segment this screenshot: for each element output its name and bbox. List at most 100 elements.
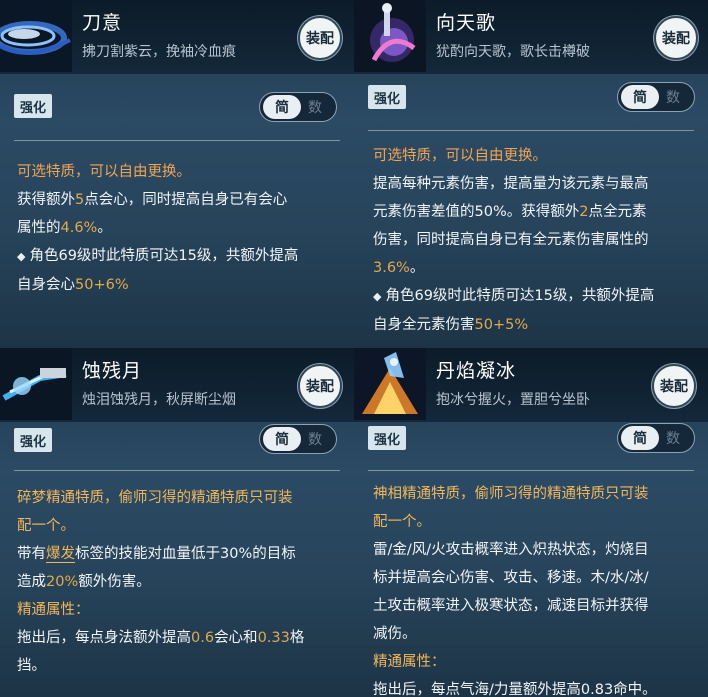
desc-text: 带有 — [17, 546, 46, 562]
desc-text: 额外伤害。 — [78, 574, 151, 590]
value: 3.6% — [373, 260, 410, 276]
divider — [368, 470, 694, 471]
desc-line: 带有爆发标签的技能对血量低于30%的目标 — [17, 540, 340, 568]
diamond-bullet-icon: ◆ — [373, 290, 382, 303]
trait-type-line: 配一个。 — [373, 514, 431, 530]
trait-name: 刀意 — [82, 12, 123, 34]
trait-header: 刀意 拂刀割紫云，挽袖冷血痕 装配 — [0, 0, 354, 74]
trait-name: 丹焰凝冰 — [436, 360, 517, 382]
desc-line: 拖出后，每点身法额外提高0.6会心和0.33格 — [17, 624, 340, 652]
trait-type-line: 可选特质，可以自由更换。 — [373, 148, 547, 164]
value: 50+6% — [75, 277, 129, 293]
equip-button[interactable]: 装配 — [652, 364, 696, 408]
desc-text: 标签的技能对血量低于30%的目标 — [75, 546, 296, 562]
desc-line: 属性的4.6%。 — [17, 214, 340, 242]
trait-description: 碎梦精通特质，偷师习得的精通特质只可装 配一个。 带有爆发标签的技能对血量低于3… — [17, 484, 340, 680]
value: 5 — [75, 192, 85, 208]
desc-text: 点全元素 — [588, 204, 647, 220]
value: 4.6% — [60, 220, 98, 236]
value: 20% — [46, 574, 79, 590]
desc-line: 提高每种元素伤害，提高量为该元素与最高 — [373, 176, 649, 192]
crescent-strike-icon — [0, 348, 72, 420]
divider — [14, 140, 340, 141]
trait-description: 可选特质，可以自由更换。 获得额外5点会心，同时提高自身已有会心 属性的4.6%… — [17, 158, 340, 299]
simple-number-toggle[interactable]: 简 数 — [617, 82, 695, 112]
desc-line: 元素伤害差值的50%。获得额外2点全元素 — [373, 198, 694, 226]
equip-button[interactable]: 装配 — [298, 364, 342, 408]
trait-subtitle: 拂刀割紫云，挽袖冷血痕 — [82, 44, 236, 60]
trait-header: 丹焰凝冰 抱冰兮握火，置胆兮坐卧 装配 — [354, 348, 708, 422]
fire-ice-icon — [354, 348, 426, 420]
trait-name: 向天歌 — [436, 12, 497, 34]
equip-button[interactable]: 装配 — [654, 16, 698, 60]
desc-line: 3.6%。 — [373, 254, 694, 282]
diamond-bullet-icon: ◆ — [17, 250, 26, 263]
simple-number-toggle[interactable]: 简 数 — [259, 424, 337, 454]
desc-text: 格 — [289, 630, 305, 646]
toggle-simple[interactable]: 简 — [263, 95, 301, 119]
value: 50+5% — [474, 317, 529, 333]
toggle-number[interactable]: 数 — [298, 427, 332, 451]
desc-text: 属性的 — [17, 220, 61, 236]
desc-line: 获得额外5点会心，同时提高自身已有会心 — [17, 186, 340, 214]
bullet-line: ◆ 角色69级时此特质可达15级，共额外提高 — [373, 282, 694, 311]
desc-line: 自身全元素伤害50+5% — [373, 311, 694, 339]
toggle-simple[interactable]: 简 — [621, 426, 659, 450]
desc-text: 获得额外 — [17, 192, 75, 208]
desc-text: 角色69级时此特质可达15级，共额外提高 — [385, 288, 655, 304]
desc-text: 。 — [409, 260, 425, 276]
desc-line: 造成20%额外伤害。 — [17, 568, 340, 596]
trait-card-shicanyue: 蚀残月 烛泪蚀残月，秋屏断尘烟 装配 强化 简 数 碎梦精通特质，偷师习得的精通… — [0, 348, 354, 697]
desc-line: 挡。 — [17, 658, 46, 674]
value: 0.6 — [191, 630, 215, 646]
mastery-attr-heading: 精通属性： — [373, 654, 446, 670]
trait-card-danyanningbing: 丹焰凝冰 抱冰兮握火，置胆兮坐卧 装配 强化 简 数 神相精通特质，偷师习得的精… — [354, 348, 708, 697]
enhance-tab[interactable]: 强化 — [14, 94, 52, 118]
desc-text: 自身会心 — [17, 277, 75, 293]
trait-header: 蚀残月 烛泪蚀残月，秋屏断尘烟 装配 — [0, 348, 354, 422]
trait-name: 蚀残月 — [82, 360, 143, 382]
blade-swirl-icon — [0, 0, 72, 72]
trait-type-line: 碎梦精通特质，偷师习得的精通特质只可装 — [17, 490, 293, 506]
simple-number-toggle[interactable]: 简 数 — [617, 423, 695, 453]
divider — [14, 470, 340, 471]
enhance-tab[interactable]: 强化 — [14, 428, 52, 452]
toggle-simple[interactable]: 简 — [263, 427, 301, 451]
trait-header: 向天歌 犹酌向天歌，歌长击樽破 装配 — [354, 0, 708, 74]
toggle-number[interactable]: 数 — [298, 95, 332, 119]
desc-text: 点会心，同时提高自身已有会心 — [84, 192, 288, 208]
trait-type-line: 配一个。 — [17, 518, 75, 534]
toggle-number[interactable]: 数 — [656, 85, 690, 109]
trait-subtitle: 犹酌向天歌，歌长击樽破 — [436, 44, 590, 60]
desc-line: 土攻击概率进入极寒状态，减速目标并获得 — [373, 598, 649, 614]
desc-line: 拖出后，每点气海/力量额外提高0.83命中。 — [373, 682, 657, 697]
enhance-tab[interactable]: 强化 — [368, 85, 406, 109]
desc-line: 自身会心50+6% — [17, 271, 340, 299]
desc-text: 拖出后，每点身法额外提高 — [17, 630, 191, 646]
keyword-link[interactable]: 爆发 — [46, 546, 75, 563]
trait-type-line: 神相精通特质，偷师习得的精通特质只可装 — [373, 486, 649, 502]
toggle-simple[interactable]: 简 — [621, 85, 659, 109]
enhance-tab[interactable]: 强化 — [368, 426, 406, 450]
mastery-attr-heading: 精通属性： — [17, 602, 90, 618]
trait-subtitle: 烛泪蚀残月，秋屏断尘烟 — [82, 392, 236, 408]
trait-card-daoyi: 刀意 拂刀割紫云，挽袖冷血痕 装配 强化 简 数 可选特质，可以自由更换。 获得… — [0, 0, 354, 348]
desc-text: 会心和 — [214, 630, 258, 646]
trait-description: 可选特质，可以自由更换。 提高每种元素伤害，提高量为该元素与最高 元素伤害差值的… — [373, 142, 694, 339]
divider — [368, 130, 694, 131]
singer-orb-icon — [354, 0, 426, 72]
desc-line: 减伤。 — [373, 626, 417, 642]
trait-card-xiangtiange: 向天歌 犹酌向天歌，歌长击樽破 装配 强化 简 数 可选特质，可以自由更换。 提… — [354, 0, 708, 348]
value: 0.33 — [257, 630, 290, 646]
desc-line: 标并提高会心伤害、攻击、移速。木/水/冰/ — [373, 570, 649, 586]
desc-line: 雷/金/风/火攻击概率进入炽热状态，灼烧目 — [373, 542, 649, 558]
toggle-number[interactable]: 数 — [656, 426, 690, 450]
equip-button[interactable]: 装配 — [298, 16, 342, 60]
desc-line: 伤害，同时提高自身已有全元素伤害属性的 — [373, 232, 649, 248]
bullet-line: ◆ 角色69级时此特质可达15级，共额外提高 — [17, 242, 340, 271]
simple-number-toggle[interactable]: 简 数 — [259, 92, 337, 122]
trait-subtitle: 抱冰兮握火，置胆兮坐卧 — [436, 392, 590, 408]
desc-text: 角色69级时此特质可达15级，共额外提高 — [29, 248, 299, 264]
desc-text: 。 — [97, 220, 112, 236]
trait-type-line: 可选特质，可以自由更换。 — [17, 164, 191, 180]
